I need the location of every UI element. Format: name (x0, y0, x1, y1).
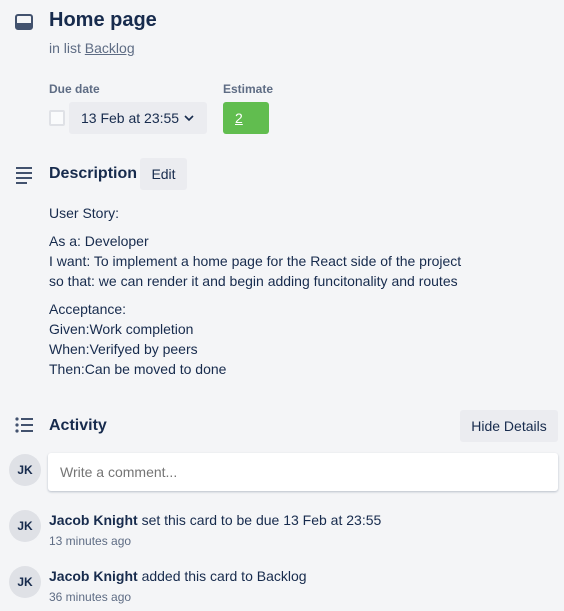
avatar[interactable]: JK (9, 510, 41, 542)
description-line: When:Verifyed by peers (49, 341, 198, 357)
description-paragraph: User Story: (49, 203, 519, 223)
description-line: As a: Developer (49, 233, 149, 249)
estimate-value: 2 (235, 110, 243, 126)
activity-item: Jacob Knight added this card to Backlog (49, 568, 307, 584)
activity-item: Jacob Knight set this card to be due 13 … (49, 512, 381, 528)
description-line: I want: To implement a home page for the… (49, 253, 462, 269)
activity-time[interactable]: 13 minutes ago (49, 534, 131, 548)
description-line: Acceptance: (49, 301, 127, 317)
chevron-down-icon (184, 115, 194, 122)
description-line: so that: we can render it and begin addi… (49, 273, 458, 289)
hide-details-button[interactable]: Hide Details (460, 410, 558, 442)
description-line: User Story: (49, 205, 120, 221)
activity-user[interactable]: Jacob Knight (49, 512, 138, 528)
description-text[interactable]: User Story: As a: Developer I want: To i… (49, 203, 519, 387)
card-icon (15, 14, 33, 30)
activity-title: Activity (49, 417, 107, 434)
activity-time[interactable]: 36 minutes ago (49, 590, 131, 604)
description-line: Given:Work completion (49, 321, 194, 337)
list-link[interactable]: Backlog (85, 40, 135, 56)
description-line: Then:Can be moved to done (49, 361, 227, 377)
card-title[interactable]: Home page (49, 9, 157, 32)
description-paragraph: Acceptance: Given:Work completion When:V… (49, 299, 519, 379)
description-icon (16, 167, 32, 184)
comment-input[interactable] (48, 453, 558, 491)
activity-icon (15, 417, 33, 433)
description-paragraph: As a: Developer I want: To implement a h… (49, 231, 519, 291)
edit-description-button[interactable]: Edit (140, 158, 187, 190)
avatar[interactable]: JK (9, 454, 41, 486)
estimate-label: Estimate (223, 82, 274, 96)
estimate-button[interactable]: 2 (223, 102, 269, 134)
due-date-checkbox[interactable] (49, 110, 65, 126)
description-title: Description (49, 165, 138, 182)
due-date-value: 13 Feb at 23:55 (81, 110, 180, 126)
due-date-button[interactable]: 13 Feb at 23:55 (69, 102, 207, 134)
list-info: in list Backlog (49, 40, 135, 56)
activity-action: added this card to Backlog (141, 568, 307, 584)
avatar[interactable]: JK (9, 566, 41, 598)
due-date-label: Due date (49, 82, 100, 96)
in-list-prefix: in list (49, 40, 81, 56)
activity-user[interactable]: Jacob Knight (49, 568, 138, 584)
activity-action: set this card to be due 13 Feb at 23:55 (141, 512, 382, 528)
